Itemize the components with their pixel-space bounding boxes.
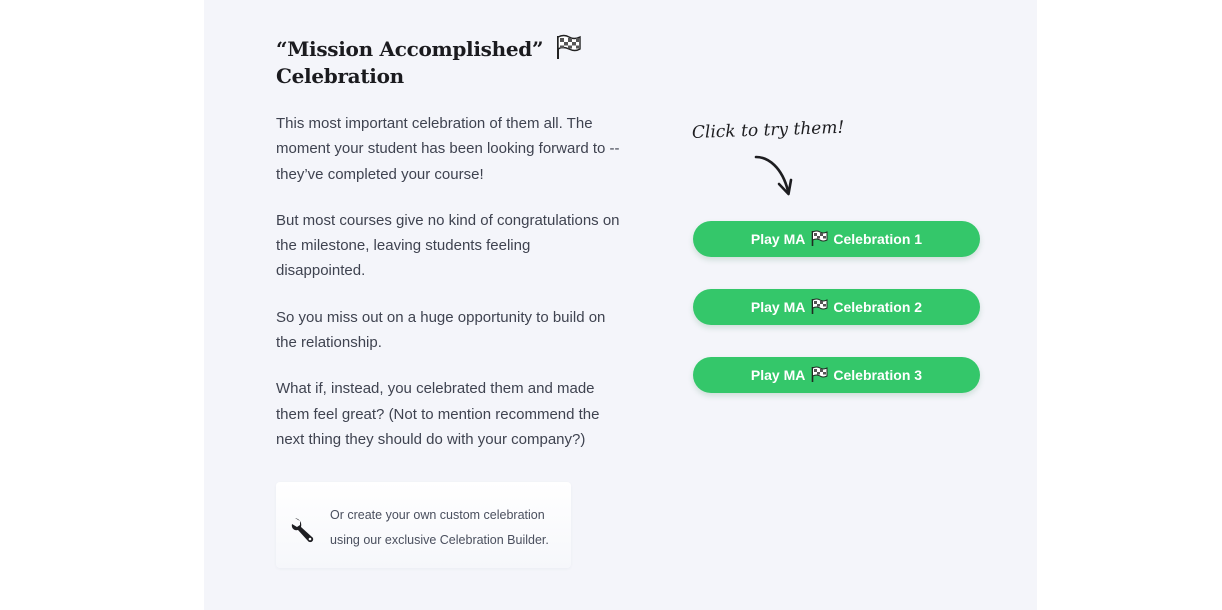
button-suffix: Celebration 3	[833, 367, 923, 383]
checkered-flag-icon	[812, 230, 828, 246]
button-suffix: Celebration 2	[833, 299, 923, 315]
play-celebration-1-button[interactable]: Play MA Celebration 1	[693, 221, 980, 257]
paragraph-1: This most important celebration of them …	[276, 115, 620, 183]
section-title-line2: Celebration	[276, 64, 404, 88]
checkered-flag-icon	[812, 298, 828, 314]
button-prefix: Play MA	[750, 299, 806, 315]
curved-arrow-icon	[754, 155, 793, 196]
paragraph-4: What if, instead, you celebrated them an…	[276, 380, 600, 448]
paragraph-3: So you miss out on a huge opportunity to…	[276, 308, 606, 352]
checkered-flag-icon	[556, 34, 581, 59]
wrench-icon	[291, 518, 314, 543]
button-suffix: Celebration 1	[833, 231, 923, 247]
paragraph-2: But most courses give no kind of congrat…	[276, 211, 620, 280]
button-prefix: Play MA	[750, 367, 806, 383]
play-celebration-2-button[interactable]: Play MA Celebration 2	[693, 289, 980, 325]
checkered-flag-icon	[812, 366, 828, 382]
celebration-builder-callout: Or create your own custom celebration us…	[276, 482, 571, 568]
section-body: This most important celebration of them …	[276, 111, 621, 473]
button-prefix: Play MA	[750, 231, 806, 247]
callout-text: Or create your own custom celebration us…	[330, 508, 549, 547]
play-celebration-3-button[interactable]: Play MA Celebration 3	[693, 357, 980, 393]
section-title-line1: “Mission Accomplished”	[276, 37, 544, 61]
section-title: “Mission Accomplished” Celebration	[276, 34, 616, 90]
